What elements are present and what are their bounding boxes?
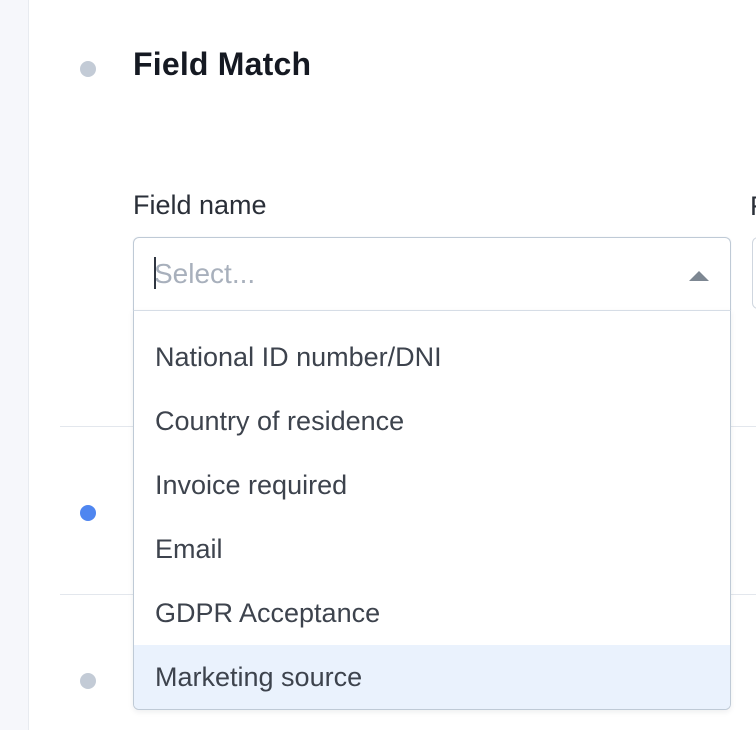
text-cursor	[154, 257, 156, 289]
field-name-label: Field name	[133, 190, 267, 220]
dropdown-option[interactable]: Email	[134, 517, 730, 581]
dropdown-option[interactable]: National ID number/DNI	[134, 325, 730, 389]
dropdown-option[interactable]: GDPR Acceptance	[134, 581, 730, 645]
section-title: Field Match	[133, 46, 312, 82]
step-indicator-next	[80, 673, 96, 689]
chevron-up-icon[interactable]	[689, 271, 709, 281]
step-indicator-field-match	[80, 61, 96, 77]
adjacent-field-input[interactable]	[752, 237, 756, 309]
step-indicator-active	[80, 505, 96, 521]
field-name-input[interactable]	[154, 256, 654, 292]
page: Field Match Field name F National ID num…	[0, 0, 756, 730]
dropdown-option[interactable]: Country of residence	[134, 389, 730, 453]
left-rail	[0, 0, 29, 730]
adjacent-field-label: F	[750, 191, 756, 219]
dropdown-option-highlighted[interactable]: Marketing source	[134, 645, 730, 709]
field-name-dropdown-menu: National ID number/DNI Country of reside…	[133, 310, 731, 710]
dropdown-option[interactable]: Invoice required	[134, 453, 730, 517]
field-name-select[interactable]	[133, 237, 731, 310]
